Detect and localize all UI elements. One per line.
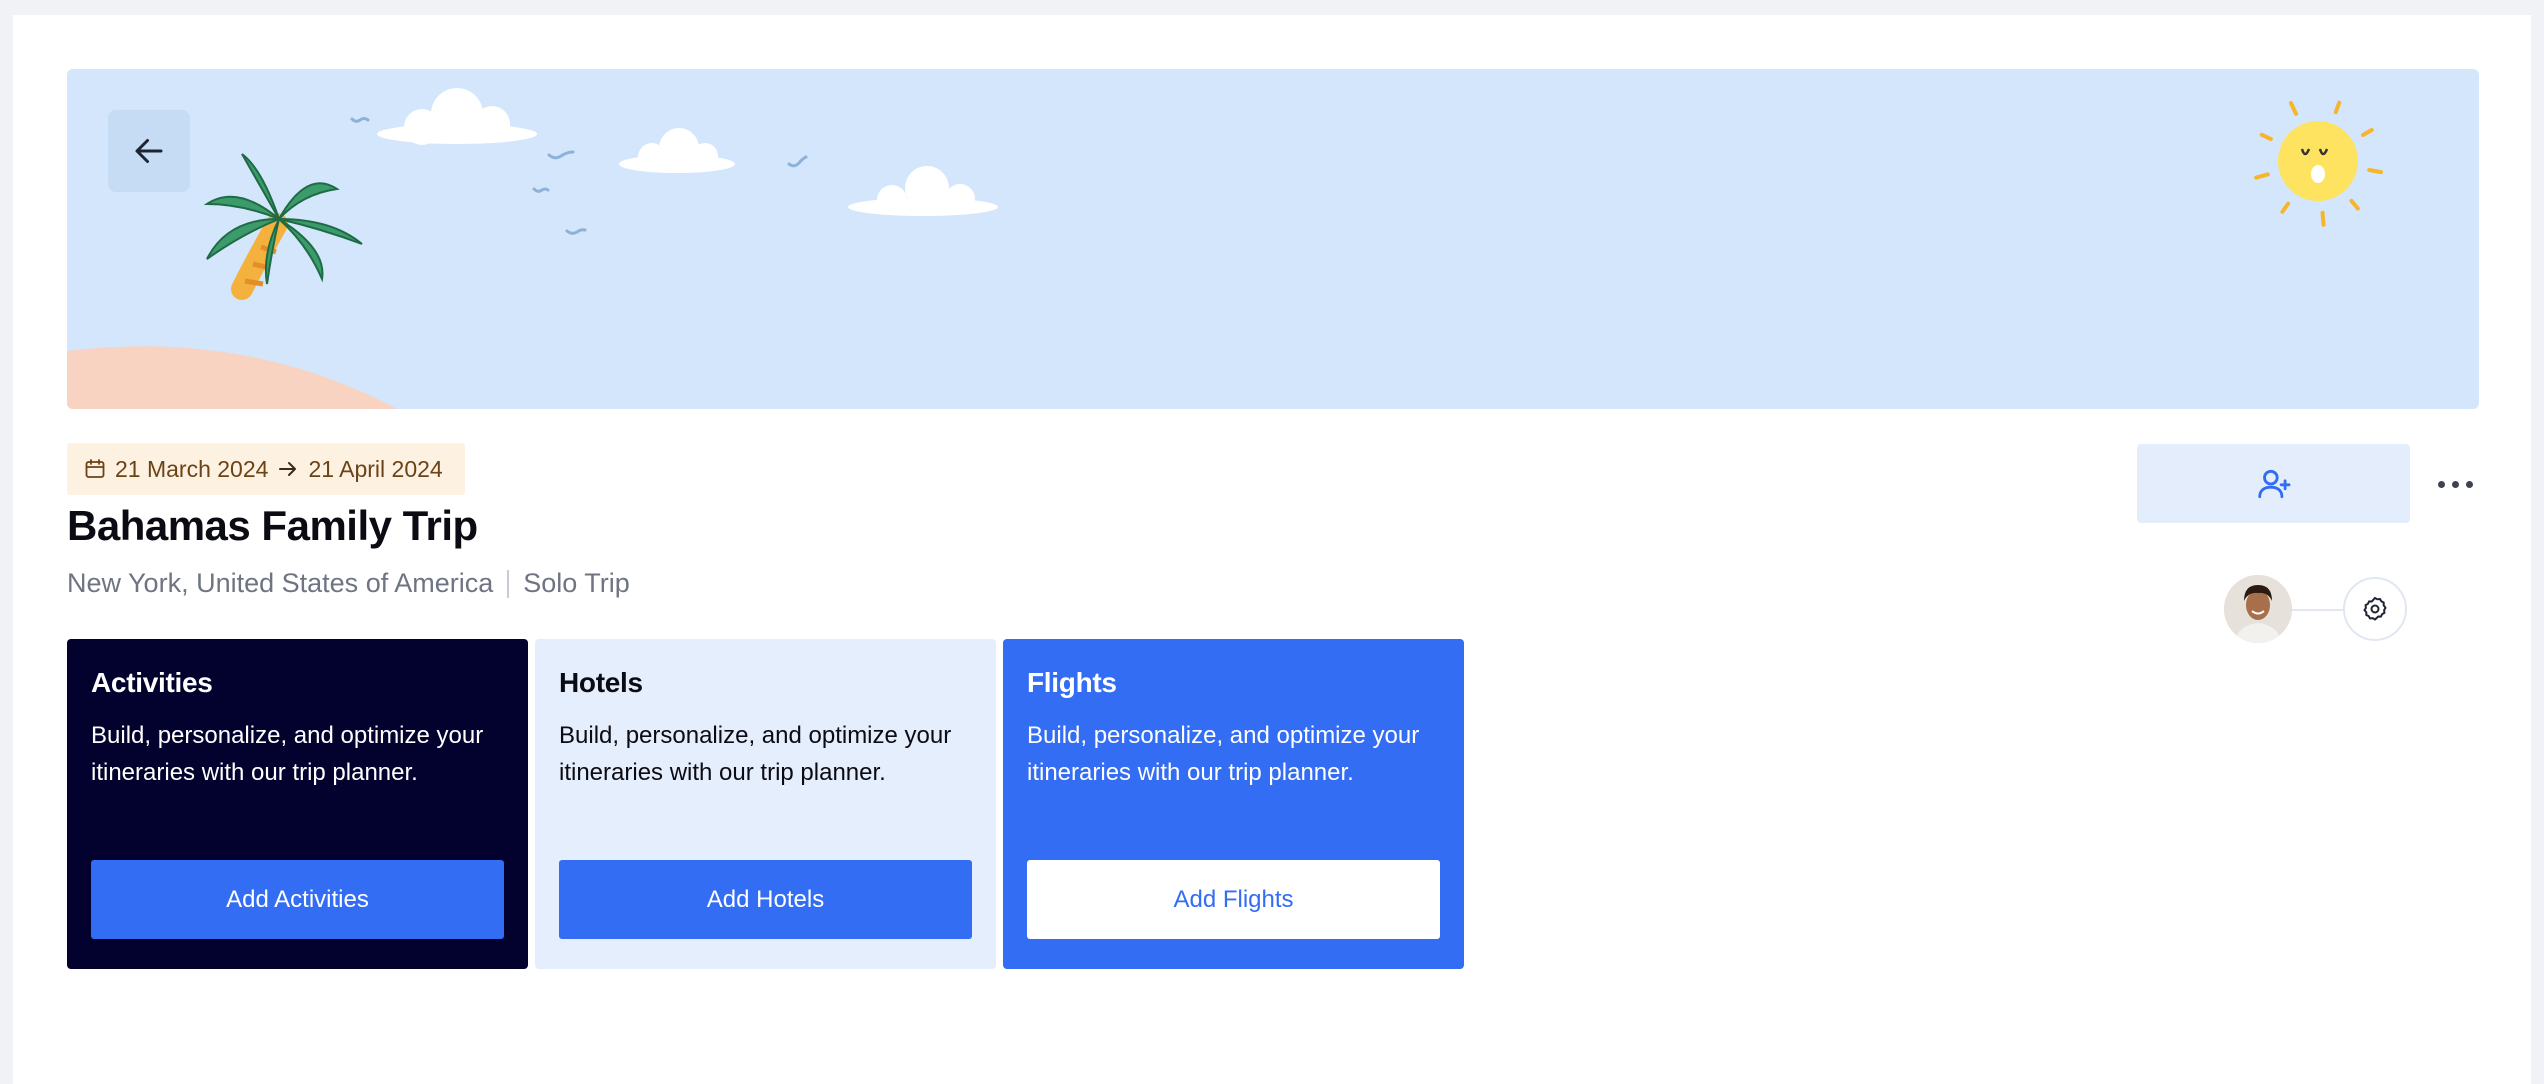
more-horizontal-icon (2451, 480, 2459, 488)
activities-card: Activities Build, personalize, and optim… (67, 639, 528, 969)
more-horizontal-icon (2465, 480, 2473, 488)
trip-title: Bahamas Family Trip (67, 502, 478, 549)
beach-illustration (67, 88, 2384, 409)
add-hotels-button[interactable]: Add Hotels (559, 860, 972, 939)
avatar-connector-line (2292, 609, 2347, 611)
page-container: 21 March 2024 21 April 2024 Bahamas Fami… (13, 15, 2531, 1084)
back-button[interactable] (108, 110, 190, 192)
card-description: Build, personalize, and optimize your it… (559, 722, 952, 786)
trip-settings-button[interactable] (2343, 577, 2407, 641)
arrow-left-icon (135, 139, 163, 163)
gear-icon (2363, 596, 2387, 621)
more-horizontal-icon (2437, 480, 2445, 488)
traveler-avatar[interactable] (2224, 575, 2292, 643)
trip-banner (67, 69, 2479, 409)
trip-type: Solo Trip (523, 568, 630, 598)
arrow-right-icon (279, 462, 297, 476)
card-description: Build, personalize, and optimize your it… (1027, 722, 1420, 786)
card-title: Activities (91, 667, 213, 698)
trip-city: New York, (67, 568, 189, 598)
card-title: Hotels (559, 667, 643, 698)
more-options-button[interactable] (2425, 464, 2485, 504)
trip-date-range: 21 March 2024 21 April 2024 (67, 443, 465, 495)
end-date: 21 April 2024 (308, 455, 443, 482)
flights-card: Flights Build, personalize, and optimize… (1003, 639, 1464, 969)
add-flights-button[interactable]: Add Flights (1027, 860, 1440, 939)
card-title: Flights (1027, 667, 1117, 698)
card-description: Build, personalize, and optimize your it… (91, 722, 484, 786)
avatar-image (2224, 575, 2292, 643)
user-plus-icon (2257, 469, 2290, 498)
trip-meta: New York, United States of America Solo … (67, 568, 630, 599)
hotels-card: Hotels Build, personalize, and optimize … (535, 639, 996, 969)
start-date: 21 March 2024 (115, 455, 269, 482)
meta-divider (507, 569, 510, 598)
invite-traveler-button[interactable] (2137, 444, 2410, 523)
trip-country: United States of America (196, 568, 494, 598)
calendar-icon (85, 459, 105, 478)
add-activities-button[interactable]: Add Activities (91, 860, 504, 939)
